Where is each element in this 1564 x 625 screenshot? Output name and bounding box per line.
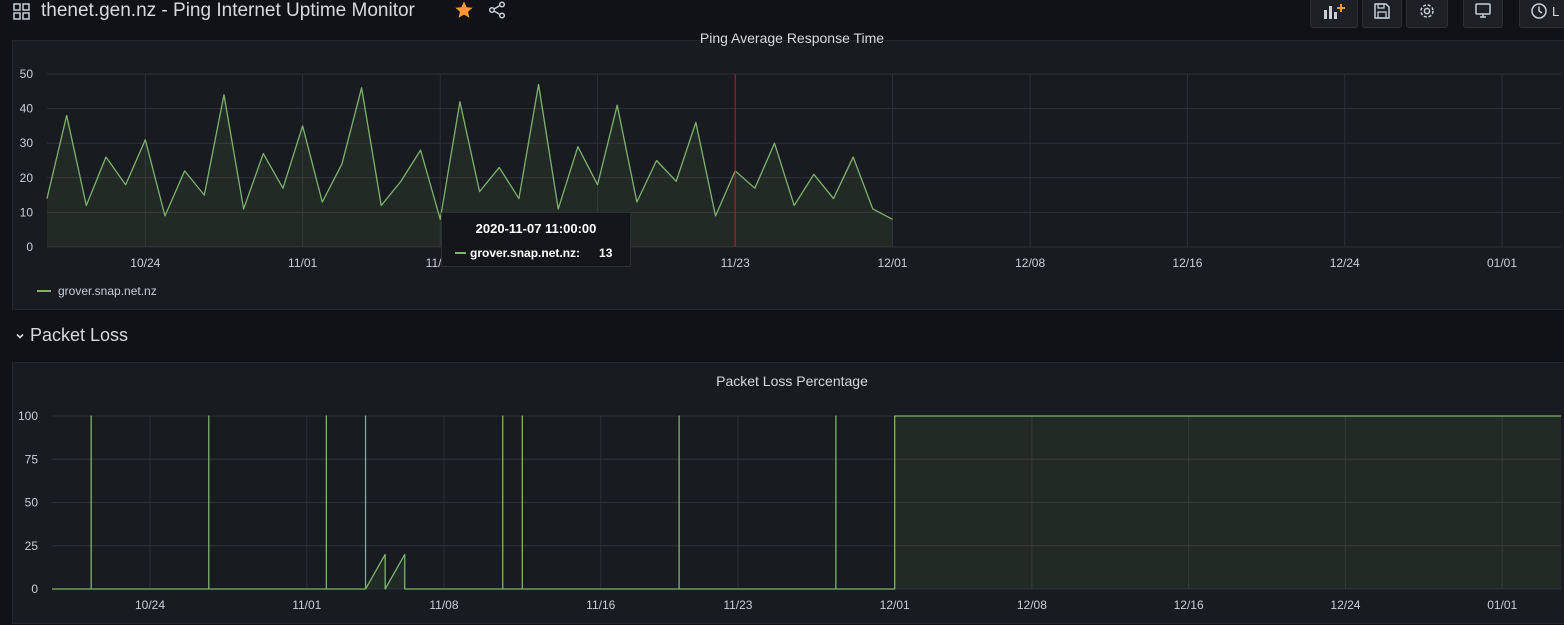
x-tick-label: 01/01: [1487, 598, 1517, 612]
x-tick-label: 11/23: [721, 256, 750, 270]
x-tick-label: 12/24: [1330, 256, 1360, 270]
y-tick-label: 75: [25, 452, 39, 466]
x-tick-label: 01/01: [1487, 256, 1517, 270]
save-icon: [1374, 3, 1390, 19]
x-tick-label: 12/16: [1172, 256, 1202, 270]
ping-response-time-panel: Ping Average Response Time 0 10 20 30 40 50 10…: [12, 30, 1564, 311]
star-icon[interactable]: [454, 0, 474, 20]
legend-item[interactable]: grover.snap.net.nz: [37, 284, 157, 298]
x-tick-label: 10/24: [135, 598, 165, 612]
save-dashboard-button[interactable]: [1362, 0, 1402, 28]
x-tick-label: 12/16: [1174, 598, 1204, 612]
gear-icon: [1420, 4, 1434, 18]
y-tick-label: 50: [20, 67, 34, 81]
legend-series-name: grover.snap.net.nz: [58, 284, 157, 298]
x-tick-label: 10/24: [130, 256, 160, 270]
x-tick-label: 11/01: [292, 598, 321, 612]
row-header-packet-loss[interactable]: Packet Loss: [14, 325, 128, 346]
packet-loss-chart[interactable]: 0 25 50 75 100 10/24 11/01 11/08 11/16 11/23 12/01…: [13, 363, 1564, 625]
y-tick-label: 40: [20, 102, 34, 116]
tooltip-swatch: [455, 252, 466, 254]
y-tick-label: 100: [18, 409, 38, 423]
y-tick-label: 30: [20, 136, 34, 150]
x-tick-label: 11/16: [586, 598, 615, 612]
tooltip-series-row: grover.snap.net.nz: 13: [455, 246, 612, 260]
time-picker-button[interactable]: L: [1519, 0, 1564, 28]
add-panel-icon: [1324, 4, 1345, 19]
x-tick-label: 12/01: [880, 598, 910, 612]
view-mode-button[interactable]: [1463, 0, 1503, 28]
tooltip-value: 13: [599, 246, 613, 260]
x-tick-label: 12/01: [877, 256, 907, 270]
y-tick-label: 10: [20, 205, 34, 219]
time-picker-label: L: [1552, 3, 1560, 19]
ping-response-time-chart[interactable]: 0102030405010/2411/0111/0811/1611/2312/0…: [13, 41, 1564, 311]
y-tick-label: 0: [31, 582, 38, 596]
packet-loss-panel: Packet Loss Percentage 0 25 50 75 100 10/24 11…: [12, 362, 1564, 624]
x-tick-label: 12/08: [1017, 598, 1047, 612]
y-tick-label: 0: [26, 240, 33, 254]
graph-tooltip: 2020-11-07 11:00:00 grover.snap.net.nz: …: [441, 212, 631, 267]
x-tick-label: 11/01: [288, 256, 317, 270]
add-panel-button[interactable]: [1310, 0, 1358, 28]
x-tick-label: 12/24: [1330, 598, 1360, 612]
x-tick-label: 11/08: [429, 598, 458, 612]
x-tick-label: 12/08: [1015, 256, 1045, 270]
y-tick-label: 25: [25, 539, 39, 553]
y-tick-label: 20: [20, 171, 34, 185]
tooltip-series-name: grover.snap.net.nz:: [470, 246, 581, 260]
dashboard-title[interactable]: thenet.gen.nz - Ping Internet Uptime Mon…: [41, 0, 415, 22]
legend-swatch: [37, 290, 51, 292]
tv-monitor-icon: [1475, 3, 1491, 18]
dashboard-grid-icon[interactable]: [13, 3, 30, 20]
row-title: Packet Loss: [30, 325, 129, 345]
dashboard-settings-button[interactable]: [1406, 0, 1448, 28]
y-tick-label: 50: [25, 496, 39, 510]
x-tick-label: 11/23: [723, 598, 752, 612]
tooltip-time: 2020-11-07 11:00:00: [475, 221, 597, 236]
clock-icon: [1531, 3, 1547, 19]
chevron-down-icon: [16, 333, 24, 339]
share-icon[interactable]: [488, 1, 506, 19]
